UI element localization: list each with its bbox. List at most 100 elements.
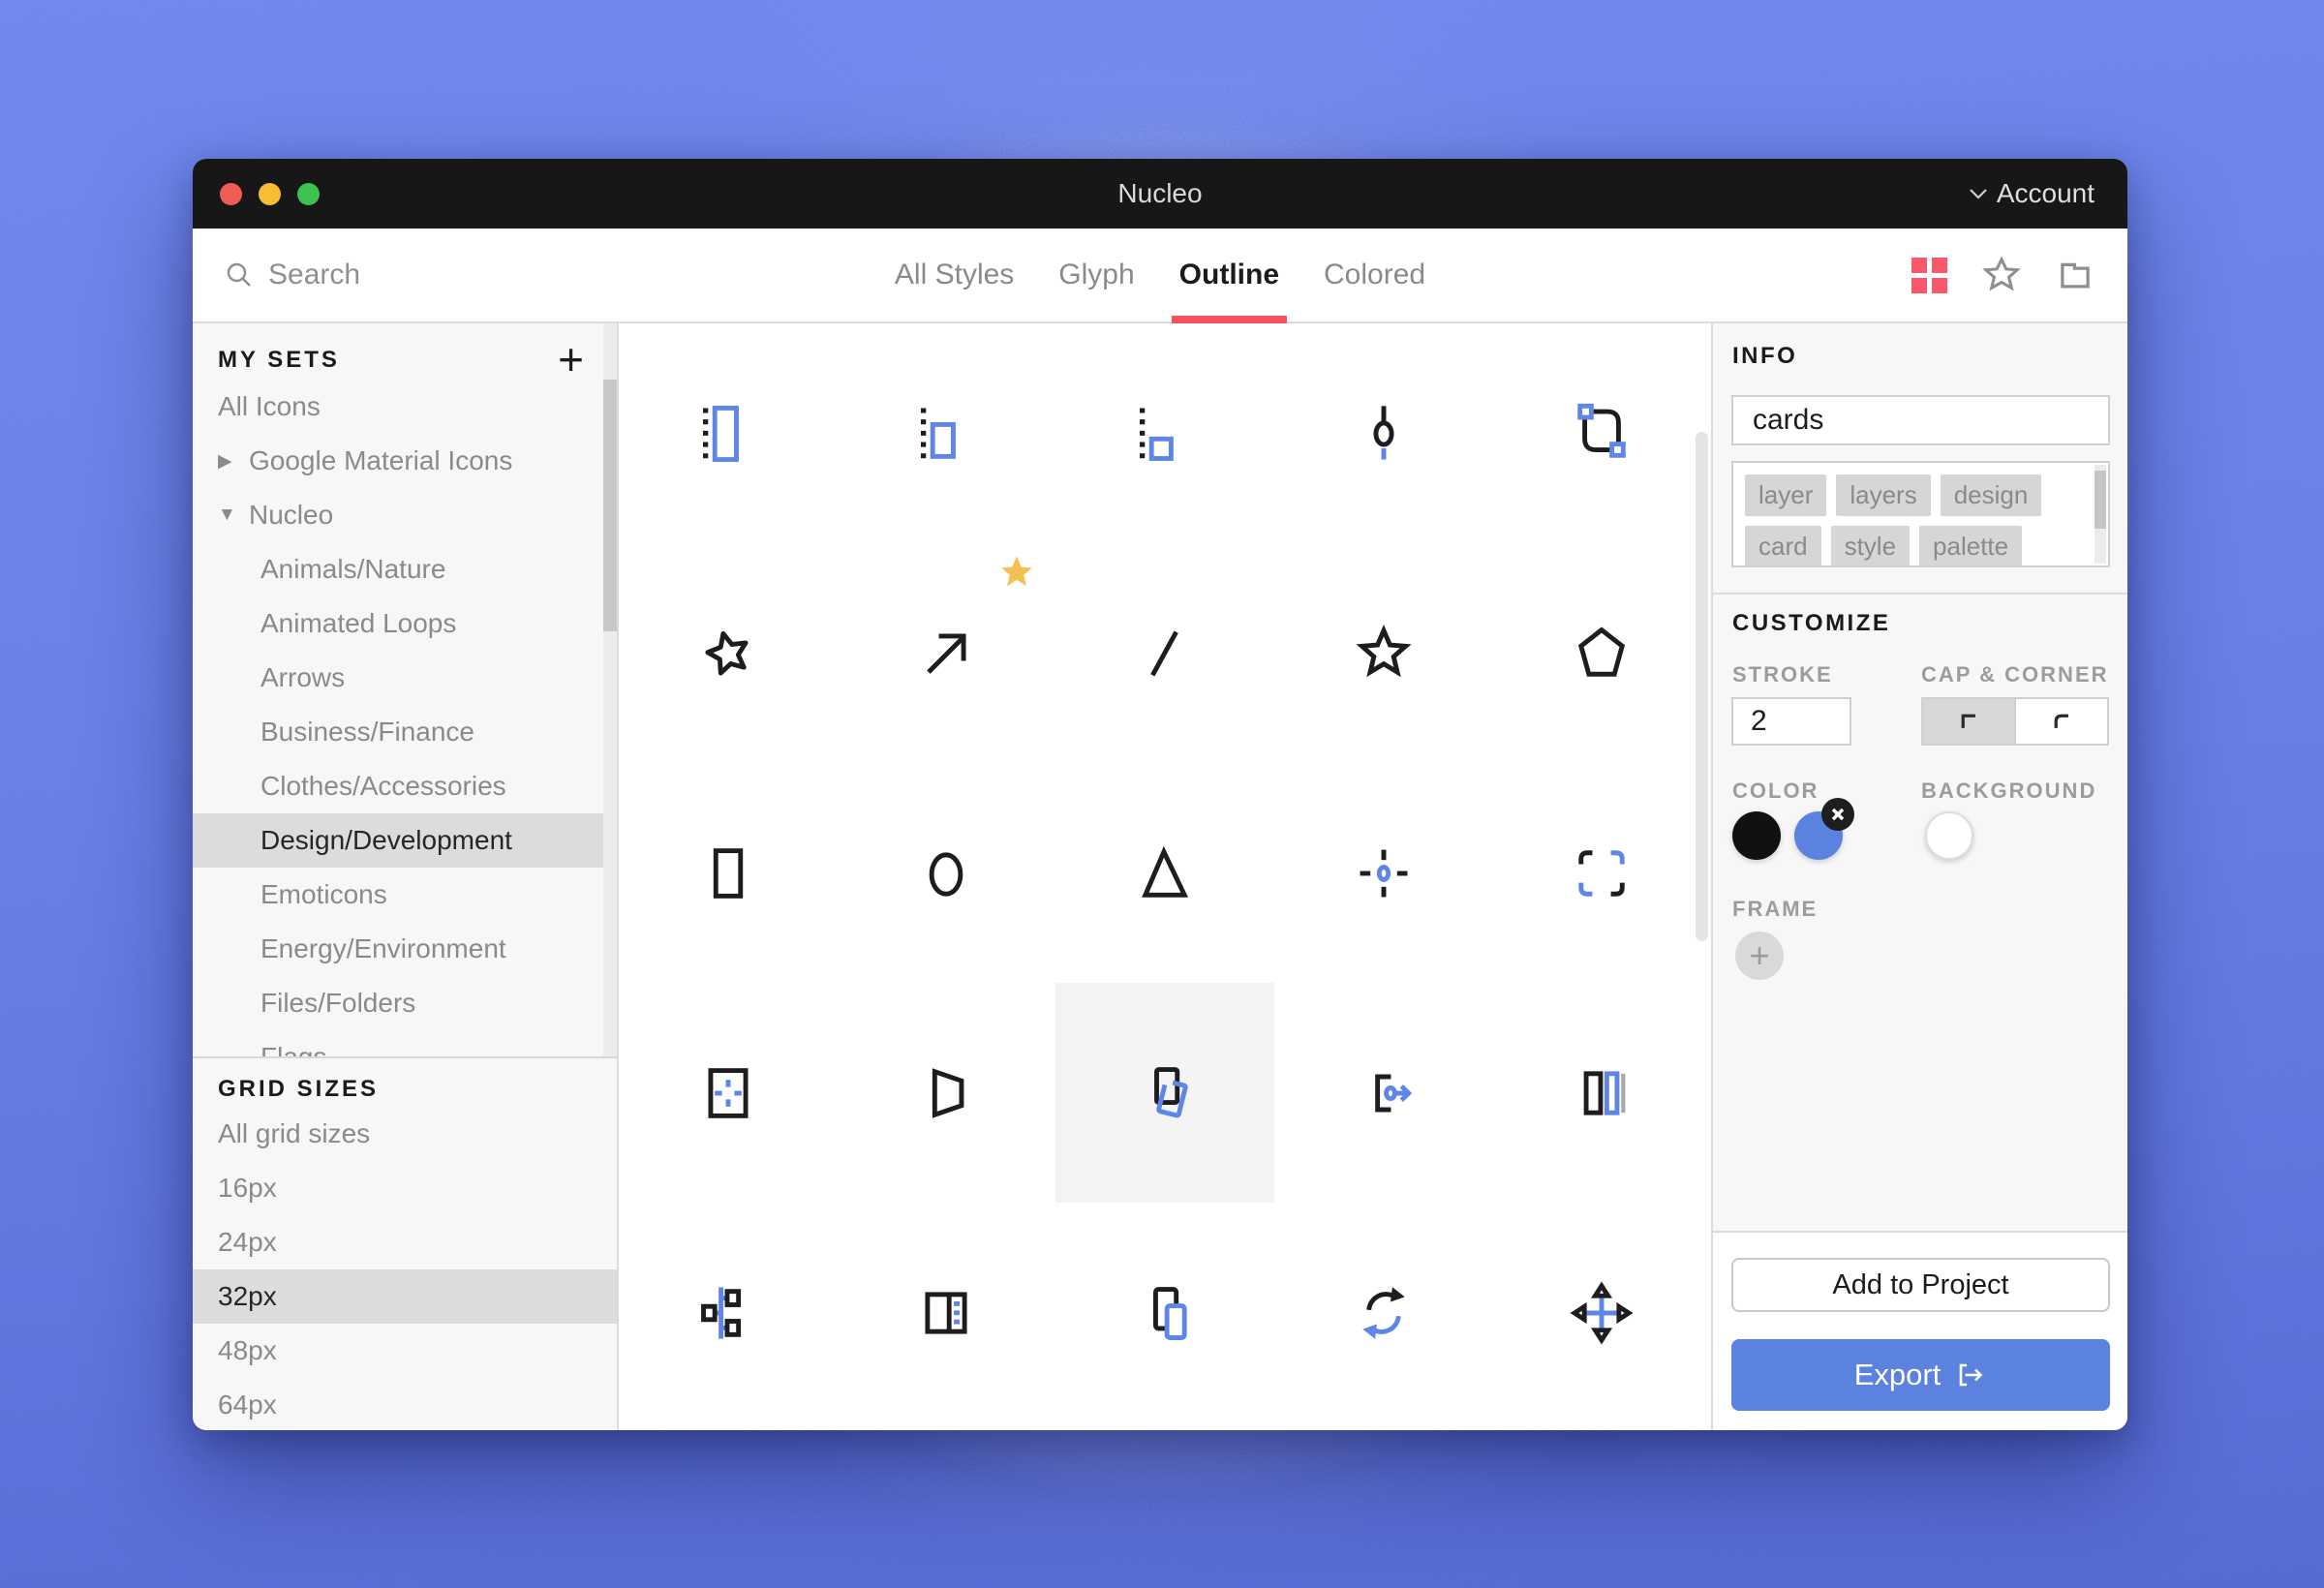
grid-icon-panels-columns[interactable] bbox=[1492, 983, 1711, 1203]
sidebar-scrollbar[interactable] bbox=[603, 323, 617, 1056]
projects-folder-icon[interactable] bbox=[2056, 256, 2095, 294]
add-set-button[interactable]: + bbox=[558, 337, 584, 382]
grid-scrollbar-thumb[interactable] bbox=[1696, 432, 1708, 941]
tag-card[interactable]: card bbox=[1745, 526, 1821, 567]
sidebar-item-energy-environment[interactable]: Energy/Environment bbox=[193, 922, 617, 976]
remove-color-badge[interactable] bbox=[1821, 798, 1854, 831]
align-left-dashed-rect-icon bbox=[695, 401, 761, 467]
grid-icon-star-rounded[interactable] bbox=[619, 543, 838, 763]
tab-outline[interactable]: Outline bbox=[1179, 229, 1279, 321]
toolbar: All Styles Glyph Outline Colored bbox=[193, 229, 2127, 323]
add-to-project-button[interactable]: Add to Project bbox=[1731, 1258, 2110, 1312]
add-frame-button[interactable]: + bbox=[1735, 931, 1784, 980]
align-center-dashed-rect-icon bbox=[913, 401, 979, 467]
grid-icon-path-anchors-curve[interactable] bbox=[1492, 323, 1711, 543]
sidebar-item-64px[interactable]: 64px bbox=[193, 1378, 617, 1430]
title-bar: Nucleo Account bbox=[193, 159, 2127, 229]
tag-style[interactable]: style bbox=[1831, 526, 1910, 567]
search-input[interactable] bbox=[266, 258, 522, 292]
info-header: INFO bbox=[1732, 343, 1797, 370]
grid-icon-move-arrows[interactable] bbox=[1492, 1203, 1711, 1422]
icon-name-input[interactable] bbox=[1731, 395, 2110, 445]
expanded-arrow-icon[interactable]: ▼ bbox=[218, 504, 249, 526]
app-window: Nucleo Account All Styles Glyph Outline … bbox=[193, 159, 2127, 1430]
tab-glyph[interactable]: Glyph bbox=[1058, 229, 1134, 321]
grid-icon-rectangle[interactable] bbox=[619, 763, 838, 983]
path-anchors-curve-icon bbox=[1569, 401, 1635, 467]
grid-icon-align-left-dashed-rect[interactable] bbox=[619, 323, 838, 543]
grid-icon-pentagon[interactable] bbox=[1492, 543, 1711, 763]
sharp-corner-option[interactable] bbox=[1923, 699, 2014, 744]
sidebar-item-emoticons[interactable]: Emoticons bbox=[193, 868, 617, 922]
favorites-star-icon[interactable] bbox=[1982, 256, 2021, 294]
grid-icon-rect-center-guides[interactable] bbox=[619, 983, 838, 1203]
sidebar-item-48px[interactable]: 48px bbox=[193, 1324, 617, 1378]
tab-all-styles[interactable]: All Styles bbox=[895, 229, 1014, 321]
background-swatch-white[interactable] bbox=[1925, 811, 1973, 860]
grid-icon-cards-selected[interactable] bbox=[1055, 983, 1274, 1203]
tags-scrollbar[interactable] bbox=[2095, 465, 2106, 564]
grid-icon-anchor-point-vertical[interactable] bbox=[1274, 323, 1493, 543]
grid-icon-export-object[interactable] bbox=[1274, 983, 1493, 1203]
grid-icon-sidebar-layout[interactable] bbox=[838, 1203, 1056, 1422]
sidebar-item-business-finance[interactable]: Business/Finance bbox=[193, 705, 617, 759]
grid-icon-perspective[interactable] bbox=[838, 983, 1056, 1203]
tag-layer[interactable]: layer bbox=[1745, 474, 1826, 516]
sidebar-item-files-folders[interactable]: Files/Folders bbox=[193, 976, 617, 1030]
main-content: MY SETS + All Icons ▶ Google Material Ic… bbox=[193, 323, 2127, 1430]
grid-icon-diagonal-line[interactable] bbox=[1055, 543, 1274, 763]
grid-view-icon[interactable] bbox=[1911, 258, 1947, 293]
tags-box: layerlayers design cardstylepalette bbox=[1731, 461, 2110, 567]
tab-colored[interactable]: Colored bbox=[1324, 229, 1425, 321]
sidebar-item-animated-loops[interactable]: Animated Loops bbox=[193, 596, 617, 651]
grid-icon-star[interactable] bbox=[1274, 543, 1493, 763]
tag-layers[interactable]: layers bbox=[1836, 474, 1930, 516]
sidebar-item-arrows[interactable]: Arrows bbox=[193, 651, 617, 705]
grid-sizes-section: GRID SIZES All grid sizes 16px 24px 32px… bbox=[193, 1056, 617, 1430]
round-corner-option[interactable] bbox=[2014, 699, 2107, 744]
grid-icon-duplicate-cards[interactable] bbox=[1055, 1203, 1274, 1422]
featured-star-icon bbox=[998, 554, 1035, 591]
tag-palette[interactable]: palette bbox=[1919, 526, 2022, 567]
grid-icon-selection-corners[interactable] bbox=[1492, 763, 1711, 983]
desktop: { "window": { "title": "Nucleo", "accoun… bbox=[0, 0, 2324, 1588]
tags-scrollbar-thumb[interactable] bbox=[2095, 471, 2106, 529]
cap-corner-control bbox=[1921, 697, 2109, 746]
grid-icon-ellipse[interactable] bbox=[838, 763, 1056, 983]
color-swatch-black[interactable] bbox=[1732, 811, 1781, 860]
sidebar-scrollbar-thumb[interactable] bbox=[603, 380, 617, 631]
close-icon bbox=[1830, 807, 1846, 822]
tag-design[interactable]: design bbox=[1941, 474, 2042, 516]
grid-icon-align-bottom-dashed-square[interactable] bbox=[1055, 323, 1274, 543]
grid-icon-distribute-nodes[interactable] bbox=[619, 1203, 838, 1422]
sidebar-item-animals-nature[interactable]: Animals/Nature bbox=[193, 542, 617, 596]
sidebar-item-design-development[interactable]: Design/Development bbox=[193, 813, 617, 868]
grid-icon-align-center-dashed-rect[interactable] bbox=[838, 323, 1056, 543]
color-swatch-blue[interactable] bbox=[1794, 811, 1843, 860]
move-arrows-icon bbox=[1569, 1280, 1635, 1346]
round-corner-icon bbox=[2047, 707, 2076, 736]
search-field[interactable] bbox=[224, 229, 522, 321]
sidebar-item-clothes-accessories[interactable]: Clothes/Accessories bbox=[193, 759, 617, 813]
color-label: COLOR bbox=[1732, 779, 1819, 804]
stroke-width-input[interactable] bbox=[1731, 697, 1851, 746]
export-button[interactable]: Export bbox=[1731, 1339, 2110, 1411]
rectangle-icon bbox=[695, 840, 761, 906]
sidebar-item-32px[interactable]: 32px bbox=[193, 1269, 617, 1324]
sidebar-item-flags-clipped[interactable]: Flags bbox=[193, 1030, 617, 1056]
grid-icon-anchor-crosshair[interactable] bbox=[1274, 763, 1493, 983]
sidebar-item-16px[interactable]: 16px bbox=[193, 1161, 617, 1215]
grid-icon-rotate-sync[interactable] bbox=[1274, 1203, 1493, 1422]
sidebar-item-nucleo[interactable]: ▼ Nucleo bbox=[193, 488, 617, 542]
rotate-sync-icon bbox=[1351, 1280, 1417, 1346]
diagonal-line-icon bbox=[1132, 621, 1198, 687]
sidebar-item-google-material-icons[interactable]: ▶ Google Material Icons bbox=[193, 434, 617, 488]
collapsed-arrow-icon[interactable]: ▶ bbox=[218, 450, 249, 473]
grid-icon-triangle[interactable] bbox=[1055, 763, 1274, 983]
account-menu[interactable]: Account bbox=[1968, 178, 2095, 209]
sidebar-item-all-icons[interactable]: All Icons bbox=[193, 380, 617, 434]
sidebar-item-24px[interactable]: 24px bbox=[193, 1215, 617, 1269]
star-icon bbox=[1351, 621, 1417, 687]
panel-divider bbox=[1713, 593, 2127, 595]
sidebar-item-all-grid-sizes[interactable]: All grid sizes bbox=[193, 1107, 617, 1161]
